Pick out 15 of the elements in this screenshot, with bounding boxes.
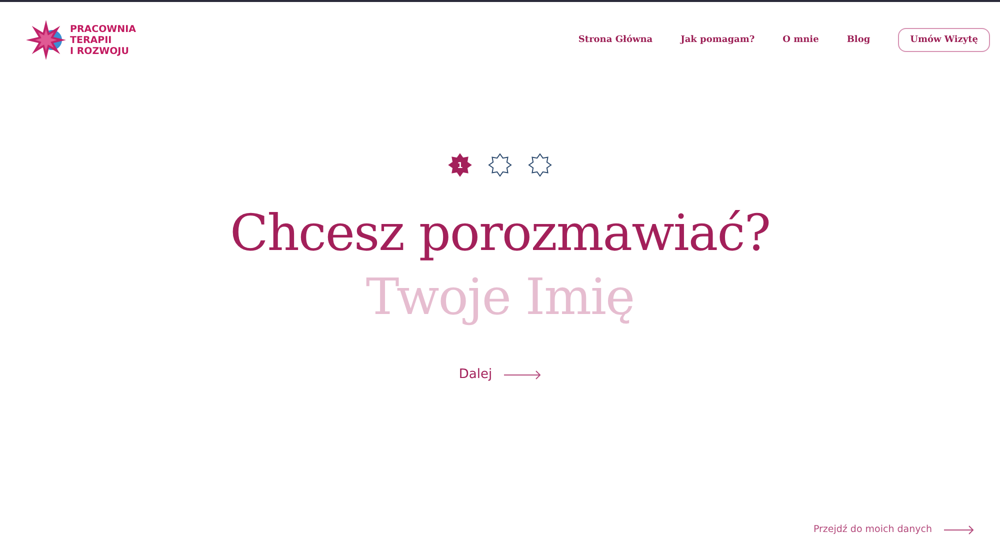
skip-link[interactable]: Przejdź do moich danych	[813, 524, 974, 535]
nav-link[interactable]: Jak pomagam?	[680, 35, 755, 45]
next-button[interactable]: Dalej	[458, 367, 542, 382]
name-input-field[interactable]: Twoje Imię	[240, 265, 760, 329]
logo-text: TERAPII	[70, 34, 113, 46]
nav-link[interactable]: Strona Główna	[578, 35, 653, 45]
question-heading: Chcesz porozmawiać?	[230, 203, 770, 264]
step-indicator: 1	[448, 153, 472, 177]
logo-text: PRACOWNIA	[70, 24, 136, 34]
arrow-icon	[504, 370, 542, 380]
nav-link[interactable]: Blog	[846, 35, 870, 45]
arrow-icon	[944, 524, 974, 534]
appointment-button[interactable]: Umów Wizytę	[898, 28, 990, 52]
nav-link[interactable]: O mnie	[782, 35, 819, 45]
logo-text: I ROZWOJU	[70, 46, 130, 56]
